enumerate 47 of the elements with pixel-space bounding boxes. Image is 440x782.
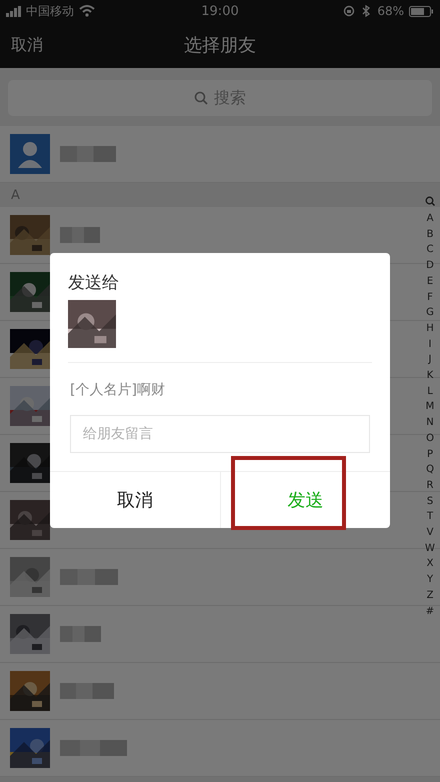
index-letter[interactable]: R — [426, 478, 434, 494]
index-letter[interactable]: O — [426, 430, 434, 447]
index-letter[interactable]: K — [426, 368, 434, 384]
index-letter[interactable]: E — [426, 274, 434, 290]
index-letter[interactable]: # — [426, 604, 434, 620]
blurred-name — [60, 626, 101, 642]
index-letter[interactable]: T — [426, 509, 434, 526]
clock-time: 19:00 — [201, 4, 239, 18]
message-field[interactable]: 给朋友留言 — [70, 415, 370, 453]
index-letter[interactable]: M — [426, 399, 434, 416]
index-letter[interactable]: H — [426, 320, 434, 337]
battery-icon — [409, 6, 434, 16]
carrier-name: 中国移动 — [26, 2, 74, 20]
wifi-icon — [79, 5, 95, 17]
index-letter[interactable]: L — [427, 384, 433, 400]
blurred-name — [60, 227, 100, 243]
dialog-title: 发送给 — [68, 272, 119, 294]
blurred-name — [60, 569, 118, 585]
battery-percent: 68% — [377, 4, 404, 18]
index-letter[interactable]: C — [426, 242, 434, 258]
cancel-button[interactable]: 取消 — [50, 472, 220, 528]
blurred-name — [60, 740, 127, 756]
bluetooth-icon — [360, 5, 372, 17]
cancel-link[interactable]: 取消 — [0, 34, 43, 56]
index-letter[interactable]: B — [426, 226, 434, 242]
index-letter[interactable]: S — [426, 494, 434, 510]
search-icon — [425, 196, 435, 206]
index-letter[interactable]: G — [426, 305, 434, 321]
index-letter[interactable]: Q — [426, 462, 434, 478]
index-letter[interactable]: Z — [426, 588, 434, 604]
lock-rotation-icon — [343, 5, 356, 17]
search-icon — [194, 91, 208, 105]
index-letter[interactable]: W — [425, 540, 435, 556]
card-text: [个人名片]啊财 — [70, 381, 165, 399]
blurred-name — [60, 683, 114, 699]
index-letter[interactable]: X — [426, 556, 434, 572]
blurred-name — [60, 146, 116, 162]
signal-icon — [6, 6, 21, 16]
index-letter[interactable]: Y — [426, 572, 434, 588]
index-letter[interactable]: N — [426, 415, 434, 431]
index-letter[interactable]: P — [426, 446, 434, 462]
index-letter[interactable]: D — [426, 258, 434, 274]
avatar-icon — [10, 134, 50, 174]
page-title: 选择朋友 — [184, 34, 256, 57]
index-letter[interactable]: A — [426, 211, 434, 227]
index-letter[interactable]: V — [426, 525, 434, 541]
index-letter[interactable]: F — [427, 290, 433, 306]
